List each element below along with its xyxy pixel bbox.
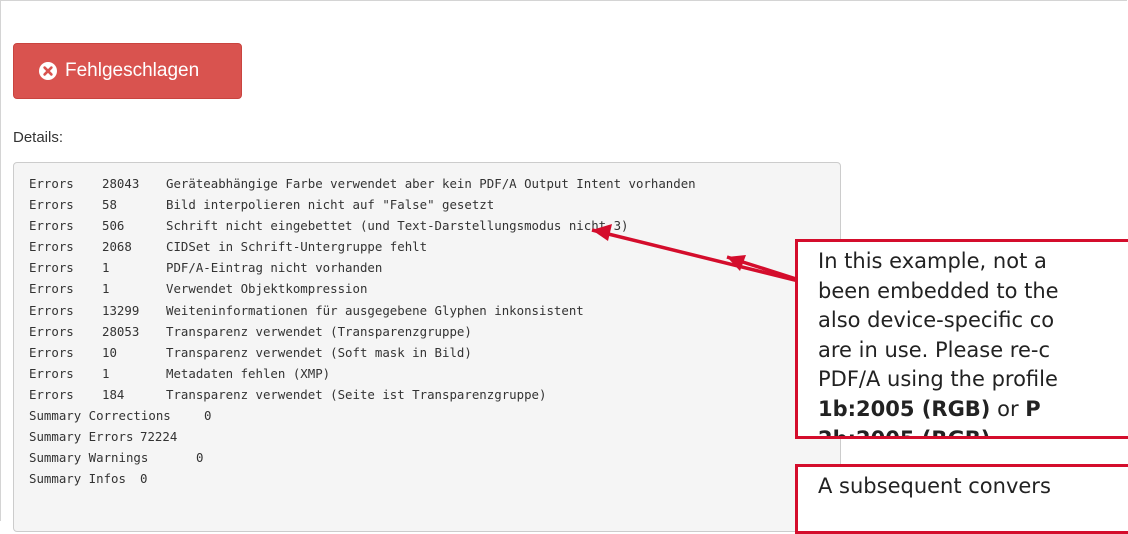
error-kind: Errors: [29, 260, 74, 276]
error-message: Geräteabhängige Farbe verwendet aber kei…: [166, 176, 696, 191]
summary-label: Summary Errors: [29, 429, 134, 445]
error-count: 506: [102, 218, 125, 234]
profile-2b: 2b:2005 (RGB): [818, 426, 991, 439]
error-count: 13299: [102, 302, 140, 318]
summary-value: 0: [204, 408, 212, 424]
error-count: 1: [102, 281, 110, 297]
log-error-row: Errors 13299 Weiteninformationen für ausge…: [29, 300, 840, 321]
callout-text: A subsequent convers: [818, 474, 1051, 498]
log-summary-row: Summary Warnings 0: [29, 447, 840, 468]
summary-label: Summary Infos: [29, 471, 126, 487]
error-message: Bild interpolieren nicht auf "False" ges…: [166, 197, 495, 213]
callout-line: also device-specific co: [818, 308, 1055, 333]
callout-line: been embedded to the: [818, 278, 1059, 303]
callout-line: In this example, not a: [818, 249, 1047, 273]
callout-line: are in use. Please re-c: [818, 337, 1051, 362]
error-count: 2068: [102, 239, 132, 255]
error-count: 184: [102, 386, 125, 402]
status-label: Fehlgeschlagen: [65, 60, 200, 81]
callout-line: PDF/A using the profile: [818, 367, 1058, 392]
error-count: 28053: [102, 323, 140, 339]
log-error-row: Errors 1 PDF/A-Eintrag nicht vorhanden: [29, 257, 840, 278]
error-kind: Errors: [29, 302, 74, 318]
error-message: Transparenz verwendet (Soft mask in Bild…: [166, 344, 472, 360]
log-error-row: Errors 2068 CIDSet in Schrift-Untergruppe …: [29, 236, 840, 257]
log-error-row: Errors 506 Schrift nicht eingebettet (und …: [29, 215, 840, 236]
log-error-row: Errors 1 Verwendet Objektkompression: [29, 278, 840, 299]
details-log[interactable]: Errors 28043 Geräteabhängige Farbe verwend…: [13, 162, 841, 532]
summary-label: Summary Corrections: [29, 408, 171, 424]
log-error-row: Errors 184 Transparenz verwendet (Seite is…: [29, 384, 840, 405]
error-count: 28043: [102, 176, 140, 191]
error-kind: Errors: [29, 239, 74, 255]
log-summary-row: Summary Infos 0: [29, 468, 840, 489]
profile-p: P: [1025, 396, 1041, 421]
summary-value: 0: [140, 471, 148, 487]
error-kind: Errors: [29, 365, 74, 381]
error-message: CIDSet in Schrift-Untergruppe fehlt: [166, 239, 428, 255]
error-message: Weiteninformationen für ausgegebene Glyp…: [166, 302, 584, 318]
error-count: 1: [102, 365, 110, 381]
error-kind: Errors: [29, 218, 74, 234]
log-error-row: Errors 28043 Geräteabhängige Farbe verwend…: [29, 173, 840, 194]
error-count: 58: [102, 197, 117, 213]
log-error-row: Errors 58 Bild interpolieren nicht auf "Fa…: [29, 194, 840, 215]
summary-value: 72224: [140, 429, 178, 445]
details-label: Details:: [13, 129, 64, 146]
log-error-row: Errors 1 Metadaten fehlen (XMP): [29, 363, 840, 384]
error-kind: Errors: [29, 281, 74, 297]
callout-recommendation: In this example, not a been embedded to …: [795, 239, 1128, 439]
error-kind: Errors: [29, 176, 74, 191]
log-summary-row: Summary Corrections 0: [29, 405, 840, 426]
error-kind: Errors: [29, 323, 74, 339]
error-message: Schrift nicht eingebettet (und Text-Dars…: [166, 218, 629, 234]
summary-value: 0: [196, 450, 204, 466]
callout-subsequent: A subsequent convers: [795, 464, 1128, 534]
error-count: 1: [102, 260, 110, 276]
callout-or: or: [990, 396, 1026, 421]
error-kind: Errors: [29, 344, 74, 360]
error-message: Transparenz verwendet (Transparenzgruppe…: [166, 323, 472, 339]
error-kind: Errors: [29, 386, 74, 402]
error-message: Transparenz verwendet (Seite ist Transpa…: [166, 386, 547, 402]
error-count: 10: [102, 344, 117, 360]
error-kind: Errors: [29, 197, 74, 213]
error-message: PDF/A-Eintrag nicht vorhanden: [166, 260, 383, 276]
profile-1b: 1b:2005 (RGB): [818, 396, 991, 421]
summary-label: Summary Warnings: [29, 450, 149, 466]
error-message: Verwendet Objektkompression: [166, 281, 368, 297]
log-error-row: Errors 28053 Transparenz verwendet (Transp…: [29, 321, 840, 342]
log-error-row: Errors 10 Transparenz verwendet (Soft mask…: [29, 342, 840, 363]
error-message: Metadaten fehlen (XMP): [166, 365, 331, 381]
times-circle-icon: [38, 61, 58, 81]
log-summary-row: Summary Errors 72224: [29, 426, 840, 447]
status-failed-button[interactable]: Fehlgeschlagen: [13, 43, 242, 99]
